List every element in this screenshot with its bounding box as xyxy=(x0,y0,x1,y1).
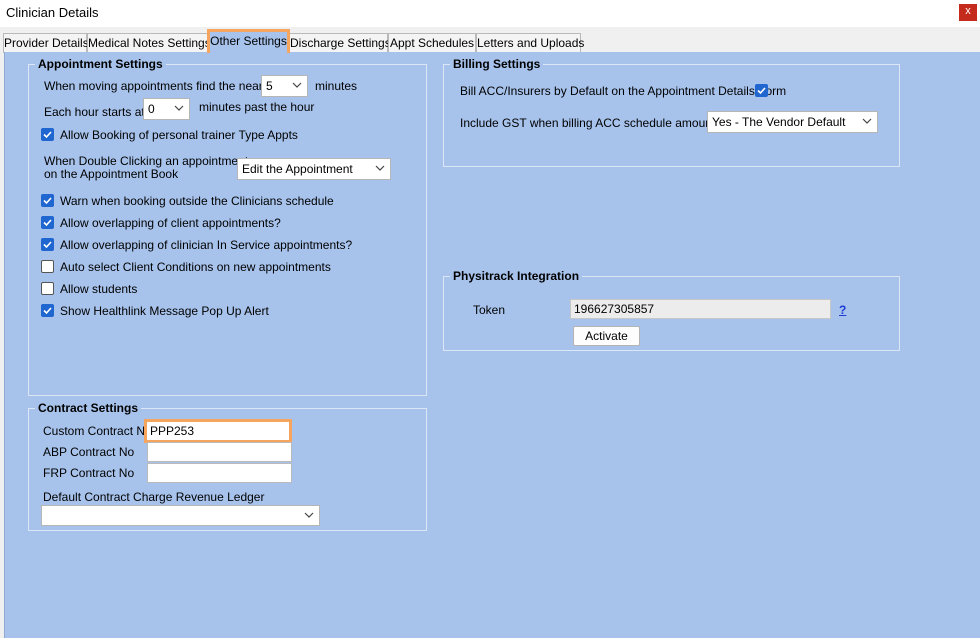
chevron-down-icon xyxy=(375,165,385,171)
checkmark-icon xyxy=(43,219,52,227)
hour-starts-label: Each hour starts at xyxy=(44,105,145,119)
dblclick-label-line2: on the Appointment Book xyxy=(44,167,179,181)
ledger-select[interactable] xyxy=(41,505,320,526)
tab-panel: Appointment Settings When moving appoint… xyxy=(4,52,980,638)
close-button[interactable]: x xyxy=(959,4,977,21)
warn-outside-schedule-checkbox[interactable] xyxy=(41,194,54,207)
checkmark-icon xyxy=(757,87,766,95)
dblclick-action-select[interactable]: Edit the Appointment xyxy=(237,158,391,180)
tab-medical-notes-settings[interactable]: Medical Notes Settings xyxy=(87,33,211,53)
minutes-label: minutes xyxy=(315,79,358,93)
tab-other-settings[interactable]: Other Settings xyxy=(207,29,290,53)
gst-value: Yes - The Vendor Default xyxy=(712,115,846,129)
checkmark-icon xyxy=(43,197,52,205)
custom-contract-label: Custom Contract No xyxy=(43,424,152,438)
chevron-down-icon xyxy=(292,82,302,88)
nearest-label: When moving appointments find the neares… xyxy=(44,79,279,93)
hour-starts-select[interactable]: 0 xyxy=(143,98,190,120)
token-help-link[interactable]: ? xyxy=(839,303,846,317)
hour-starts-value: 0 xyxy=(148,102,155,116)
healthlink-alert-checkbox[interactable] xyxy=(41,304,54,317)
bill-acc-label: Bill ACC/Insurers by Default on the Appo… xyxy=(460,84,787,98)
tab-appt-schedules[interactable]: Appt Schedules xyxy=(388,33,476,53)
gst-label: Include GST when billing ACC schedule am… xyxy=(460,116,728,130)
billing-settings-title: Billing Settings xyxy=(450,58,544,71)
token-label: Token xyxy=(473,303,506,317)
warn-outside-schedule-label: Warn when booking outside the Clinicians… xyxy=(60,194,334,208)
auto-select-conditions-label: Auto select Client Conditions on new app… xyxy=(60,260,331,274)
title-bar: Clinician Details x xyxy=(0,0,980,27)
healthlink-alert-label: Show Healthlink Message Pop Up Alert xyxy=(60,304,269,318)
nearest-minutes-select[interactable]: 5 xyxy=(261,75,308,97)
checkmark-icon xyxy=(43,241,52,249)
appointment-settings-title: Appointment Settings xyxy=(35,58,166,71)
allow-inservice-overlap-label: Allow overlapping of clinician In Servic… xyxy=(60,238,353,252)
abp-contract-label: ABP Contract No xyxy=(43,445,135,459)
allow-client-overlap-checkbox[interactable] xyxy=(41,216,54,229)
allow-students-label: Allow students xyxy=(60,282,138,296)
appointment-settings-group: Appointment Settings When moving appoint… xyxy=(28,58,427,396)
dblclick-label-line1: When Double Clicking an appointment xyxy=(44,154,249,168)
allow-students-checkbox[interactable] xyxy=(41,282,54,295)
chevron-down-icon xyxy=(862,118,872,124)
ledger-label: Default Contract Charge Revenue Ledger xyxy=(43,490,265,504)
activate-button[interactable]: Activate xyxy=(573,326,640,346)
contract-settings-title: Contract Settings xyxy=(35,402,142,415)
custom-contract-input[interactable]: PPP253 xyxy=(144,419,292,443)
allow-client-overlap-label: Allow overlapping of client appointments… xyxy=(60,216,281,230)
contract-settings-group: Contract Settings Custom Contract No PPP… xyxy=(28,402,427,531)
bill-acc-checkbox[interactable] xyxy=(755,84,768,97)
checkmark-icon xyxy=(43,131,52,139)
allow-pt-checkbox[interactable] xyxy=(41,128,54,141)
abp-contract-input[interactable] xyxy=(147,442,292,462)
token-input[interactable]: 196627305857 xyxy=(570,299,831,319)
frp-contract-input[interactable] xyxy=(147,463,292,483)
dblclick-action-value: Edit the Appointment xyxy=(242,162,353,176)
hour-suffix-label: minutes past the hour xyxy=(199,100,315,114)
nearest-minutes-value: 5 xyxy=(266,79,273,93)
window-title: Clinician Details xyxy=(6,5,99,20)
allow-pt-label: Allow Booking of personal trainer Type A… xyxy=(60,128,298,142)
auto-select-conditions-checkbox[interactable] xyxy=(41,260,54,273)
billing-settings-group: Billing Settings Bill ACC/Insurers by De… xyxy=(443,58,900,167)
tab-provider-details[interactable]: Provider Details xyxy=(3,33,89,53)
physitrack-group: Physitrack Integration Token 19662730585… xyxy=(443,270,900,351)
chevron-down-icon xyxy=(174,105,184,111)
physitrack-title: Physitrack Integration xyxy=(450,270,583,283)
gst-select[interactable]: Yes - The Vendor Default xyxy=(707,111,878,133)
tab-discharge-settings[interactable]: Discharge Settings xyxy=(289,33,391,53)
chevron-down-icon xyxy=(304,512,314,518)
frp-contract-label: FRP Contract No xyxy=(43,466,135,480)
tab-letters-and-uploads[interactable]: Letters and Uploads xyxy=(476,33,584,53)
tab-strip: Provider Details Medical Notes Settings … xyxy=(0,27,980,53)
checkmark-icon xyxy=(43,307,52,315)
allow-inservice-overlap-checkbox[interactable] xyxy=(41,238,54,251)
